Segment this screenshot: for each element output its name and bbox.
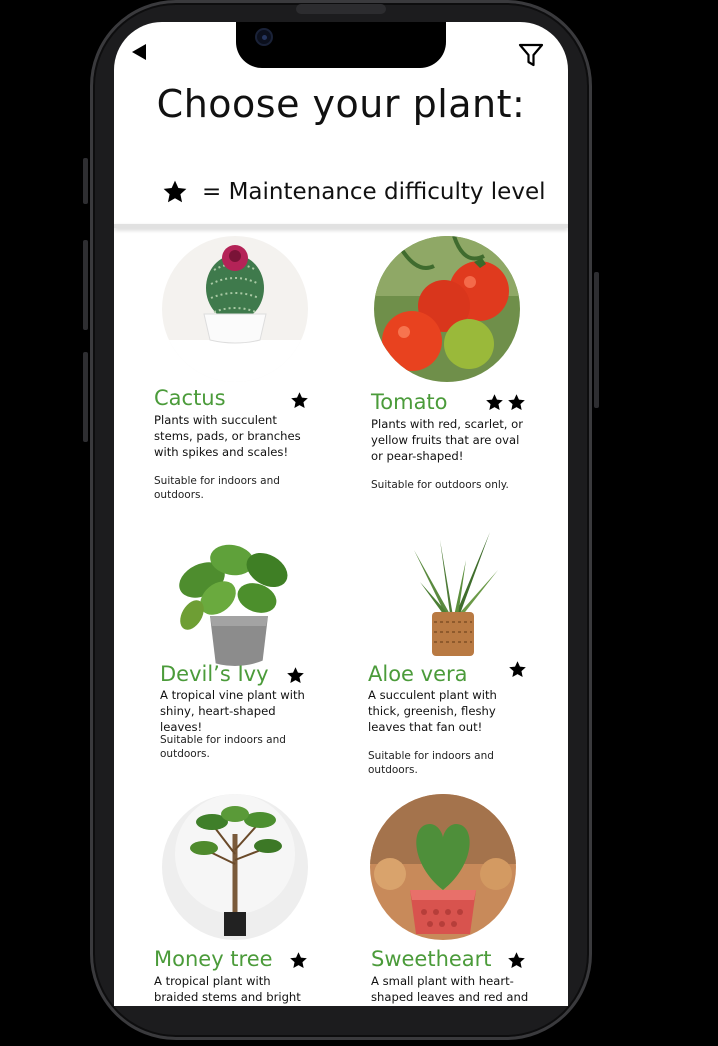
plant-suitability-tomato: Suitable for outdoors only.: [371, 479, 509, 491]
front-camera: [255, 28, 273, 46]
phone-mute-switch: [83, 158, 88, 204]
plant-description-tomato: Plants with red, scarlet, or yellow frui…: [371, 417, 524, 463]
plant-suitability-aloe-vera: Suitable for indoors and outdoors.: [368, 750, 494, 776]
star-icon: [290, 952, 307, 969]
difficulty-legend: = Maintenance difficulty level: [162, 172, 545, 212]
star-icon: [508, 394, 525, 411]
back-arrow-icon[interactable]: [132, 44, 146, 60]
star-icon: [287, 667, 304, 684]
plant-description-devils-ivy: A tropical vine plant with shiny, heart-…: [160, 688, 305, 734]
filter-icon[interactable]: [518, 42, 544, 68]
star-icon: [163, 180, 187, 203]
difficulty-stars-sweetheart: [507, 951, 526, 970]
plant-description-money-tree: A tropical plant with braided stems and …: [154, 974, 301, 1004]
sweetheart-image: [370, 794, 516, 940]
star-icon: [291, 392, 308, 409]
aloe-vera-image: [380, 520, 526, 666]
phone-volume-up-button: [83, 240, 88, 330]
plant-description-sweetheart: A small plant with heart-shaped leaves a…: [371, 974, 529, 1004]
plant-name-money-tree: Money tree: [154, 947, 273, 971]
star-icon: [486, 394, 503, 411]
app-screen: Choose your plant: = Maintenance difficu…: [114, 22, 568, 1006]
difficulty-stars-devils-ivy: [286, 666, 305, 685]
plant-name-sweetheart: Sweetheart: [371, 947, 492, 971]
difficulty-stars-aloe-vera: [508, 660, 527, 679]
difficulty-stars-tomato: [485, 393, 526, 412]
plant-name-devils-ivy: Devil’s Ivy: [160, 662, 269, 686]
difficulty-stars-money-tree: [289, 951, 308, 970]
cactus-image: [162, 236, 308, 382]
plant-suitability-devils-ivy: Suitable for indoors and outdoors.: [160, 734, 286, 760]
plant-name-aloe-vera: Aloe vera: [368, 662, 468, 686]
star-icon: [508, 952, 525, 969]
legend-text: = Maintenance difficulty level: [202, 179, 546, 205]
page-title: Choose your plant:: [156, 82, 526, 126]
difficulty-stars-cactus: [290, 391, 309, 410]
plant-description-cactus: Plants with succulent stems, pads, or br…: [154, 413, 301, 459]
money-tree-image: [162, 794, 308, 940]
tomato-image: [374, 236, 520, 382]
plant-suitability-cactus: Suitable for indoors and outdoors.: [154, 475, 280, 501]
plant-name-tomato: Tomato: [371, 390, 448, 414]
plant-name-cactus: Cactus: [154, 386, 226, 410]
star-icon: [509, 661, 526, 678]
phone-volume-down-button: [83, 352, 88, 442]
plant-description-aloe-vera: A succulent plant with thick, greenish, …: [368, 688, 497, 734]
phone-speaker: [296, 4, 386, 14]
devils-ivy-image: [162, 520, 308, 666]
phone-power-button: [594, 272, 599, 408]
header-divider: [114, 224, 568, 228]
